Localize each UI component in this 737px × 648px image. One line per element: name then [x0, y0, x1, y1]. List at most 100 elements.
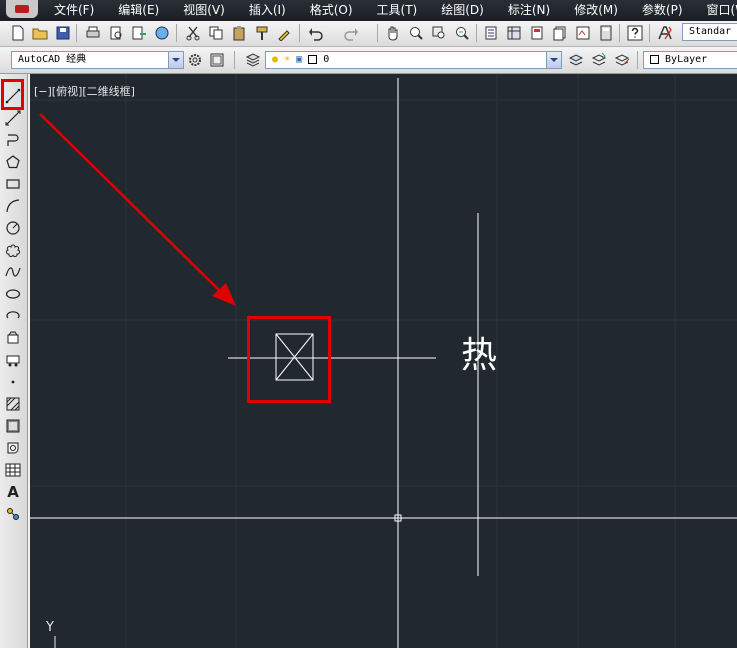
3d-dwf-button[interactable]: [152, 23, 171, 42]
point-button[interactable]: [3, 372, 23, 392]
layer-combo[interactable]: ● ☀ ▣ 0: [265, 51, 562, 69]
paste-button[interactable]: [229, 23, 248, 42]
construction-line-button[interactable]: [3, 108, 23, 128]
copy-button[interactable]: [206, 23, 225, 42]
sun-icon[interactable]: ☀: [284, 54, 290, 65]
layer-properties-button[interactable]: [243, 50, 262, 69]
open-button[interactable]: [30, 23, 49, 42]
publish-icon: [132, 26, 146, 39]
plot-button[interactable]: [83, 23, 102, 42]
make-block-button[interactable]: [3, 350, 23, 370]
drawing-canvas[interactable]: [−][俯视][二维线框] 热 Y: [30, 74, 737, 648]
zoom-icon: [409, 26, 423, 40]
make-layer-current-button[interactable]: [566, 50, 585, 69]
add-selected-button[interactable]: [3, 504, 23, 524]
spline-button[interactable]: [3, 262, 23, 282]
xline-icon: [5, 110, 21, 126]
menu-format[interactable]: 格式(O): [298, 0, 365, 21]
application-menu-button[interactable]: [6, 0, 38, 18]
text-style-icon: [657, 25, 672, 39]
quickcalc-button[interactable]: [596, 23, 615, 42]
color-combo[interactable]: ByLayer: [643, 51, 737, 69]
viewport-controls-label[interactable]: [−][俯视][二维线框]: [34, 83, 135, 99]
region-icon: [7, 442, 19, 454]
pan-button[interactable]: [383, 23, 402, 42]
arc-button[interactable]: [3, 196, 23, 216]
menu-file[interactable]: 文件(F): [42, 0, 106, 21]
block-editor-icon: [277, 29, 290, 41]
redo-button[interactable]: [341, 23, 360, 42]
preview-icon: [110, 26, 121, 39]
workspace-icon: [210, 53, 223, 66]
menu-modify[interactable]: 修改(M): [562, 0, 630, 21]
zoom-previous-icon: [455, 26, 469, 40]
hatch-button[interactable]: [3, 394, 23, 414]
properties-button[interactable]: [481, 23, 500, 42]
ellipse-button[interactable]: [3, 284, 23, 304]
plot-preview-button[interactable]: [106, 23, 125, 42]
new-file-icon: [12, 25, 23, 40]
markup-set-button[interactable]: [573, 23, 592, 42]
publish-button[interactable]: [129, 23, 148, 42]
layer-value: 0: [323, 54, 330, 65]
zoom-previous-button[interactable]: [452, 23, 471, 42]
lock-icon[interactable]: ▣: [296, 54, 302, 65]
lightbulb-icon[interactable]: ●: [272, 54, 278, 65]
drawing-text-hot[interactable]: 热: [461, 336, 497, 376]
table-icon: [5, 463, 21, 477]
workspace-dropdown-arrow[interactable]: [168, 52, 183, 68]
design-center-button[interactable]: [504, 23, 523, 42]
gradient-button[interactable]: [3, 416, 23, 436]
undo-button[interactable]: [306, 23, 325, 42]
layer-state-button[interactable]: [612, 50, 631, 69]
new-button[interactable]: [8, 23, 27, 42]
menu-insert[interactable]: 插入(I): [237, 0, 298, 21]
scissors-icon: [186, 26, 199, 40]
globe-icon: [155, 26, 168, 39]
workspace-save-button[interactable]: [207, 50, 226, 69]
workspace-settings-button[interactable]: [185, 50, 204, 69]
zoom-window-button[interactable]: [429, 23, 448, 42]
region-button[interactable]: [3, 438, 23, 458]
text-style-button[interactable]: [655, 23, 674, 42]
layer-color-swatch: [308, 54, 318, 64]
add-selected-icon: [7, 508, 19, 520]
menu-window[interactable]: 窗口(W): [695, 0, 737, 21]
annotation-highlight-line-tool: [1, 79, 24, 110]
hatch-icon: [6, 397, 20, 411]
help-button[interactable]: [625, 23, 644, 42]
ellipse-arc-button[interactable]: [3, 306, 23, 326]
menu-parameter[interactable]: 参数(P): [630, 0, 695, 21]
text-tool-label: A: [7, 483, 19, 501]
grid-lines: [30, 74, 737, 648]
zoom-window-icon: [432, 26, 444, 38]
tool-palette-icon: [531, 26, 542, 39]
layer-dropdown-arrow[interactable]: [546, 52, 561, 68]
cut-button[interactable]: [183, 23, 202, 42]
text-style-value: Standar: [689, 26, 732, 37]
text-style-combo[interactable]: Standar: [682, 23, 737, 41]
menu-draw[interactable]: 绘图(D): [429, 0, 496, 21]
block-editor-button[interactable]: [275, 23, 294, 42]
zoom-realtime-button[interactable]: [406, 23, 425, 42]
menu-tools[interactable]: 工具(T): [365, 0, 430, 21]
ellipse-arc-icon: [6, 311, 20, 319]
save-button[interactable]: [53, 23, 72, 42]
layer-previous-button[interactable]: [589, 50, 608, 69]
polyline-button[interactable]: [3, 130, 23, 150]
menu-edit[interactable]: 编辑(E): [106, 0, 171, 21]
revision-cloud-button[interactable]: [3, 240, 23, 260]
sheet-set-icon: [553, 26, 565, 40]
circle-button[interactable]: [3, 218, 23, 238]
insert-block-button[interactable]: [3, 328, 23, 348]
workspace-combo[interactable]: AutoCAD 经典: [11, 51, 184, 69]
tool-palettes-button[interactable]: [527, 23, 546, 42]
menu-dimension[interactable]: 标注(N): [496, 0, 562, 21]
sheet-set-button[interactable]: [550, 23, 569, 42]
menu-view[interactable]: 视图(V): [171, 0, 237, 21]
table-button[interactable]: [3, 460, 23, 480]
match-properties-button[interactable]: [252, 23, 271, 42]
multiline-text-button[interactable]: A: [3, 482, 23, 502]
rectangle-button[interactable]: [3, 174, 23, 194]
polygon-button[interactable]: [3, 152, 23, 172]
